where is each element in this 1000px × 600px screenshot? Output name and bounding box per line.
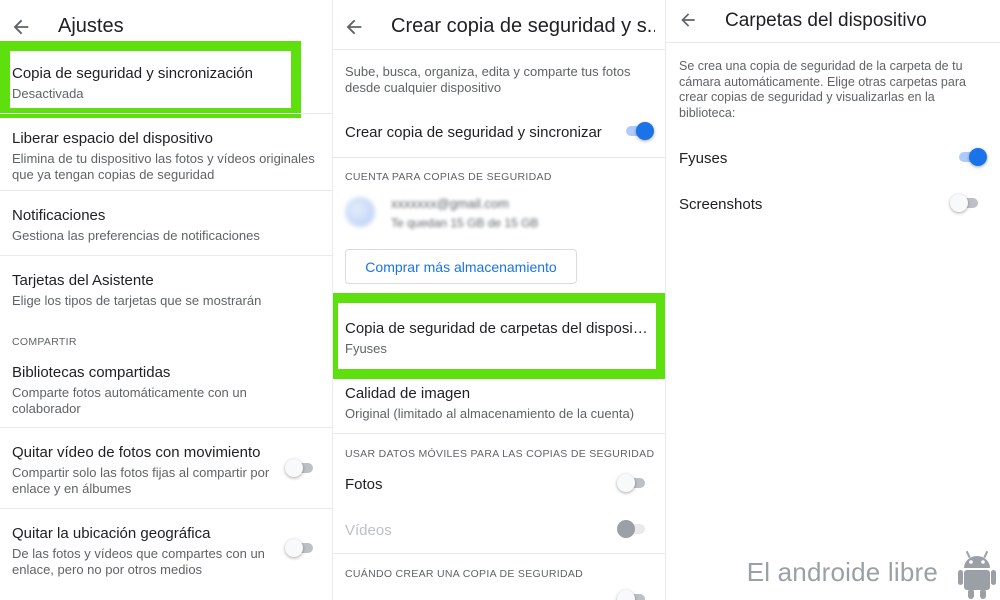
item-subtitle: Comparte fotos automáticamente con un co… [12, 385, 247, 416]
folders-description: Se crea una copia de seguridad de la car… [679, 59, 966, 120]
item-subtitle: Gestiona las preferencias de notificacio… [12, 228, 260, 243]
top-app-bar: Crear copia de seguridad y s... [333, 0, 665, 50]
item-subtitle: Elimina de tu dispositivo las fotos y ví… [12, 151, 315, 182]
settings-panel: Ajustes Copia de seguridad y sincronizac… [0, 0, 333, 600]
toggle-thumb [617, 590, 635, 600]
photos-label: Fotos [345, 476, 383, 493]
toggle-thumb [969, 148, 987, 166]
item-subtitle: Original (limitado al almacenamiento de … [345, 406, 635, 421]
toggle-thumb [285, 459, 303, 477]
divider [666, 42, 1000, 43]
folder-row-screenshots[interactable]: Screenshots [679, 195, 940, 215]
image-quality-item[interactable]: Calidad de imagen Original (limitado al … [345, 384, 649, 422]
settings-item-free-space[interactable]: Liberar espacio del dispositivo Elimina … [12, 129, 316, 183]
divider [0, 508, 332, 509]
page-title: Carpetas del dispositivo [725, 10, 927, 31]
backup-sync-toggle[interactable] [624, 122, 654, 140]
settings-item-remove-geolocation[interactable]: Quitar la ubicación geográfica De las fo… [12, 524, 272, 578]
divider [333, 49, 665, 50]
toggle-thumb [617, 520, 635, 538]
settings-item-shared-libraries[interactable]: Bibliotecas compartidas Comparte fotos a… [12, 363, 316, 417]
folder-fyuses-toggle[interactable] [957, 148, 987, 166]
settings-item-assistant-cards[interactable]: Tarjetas del Asistente Elige los tipos d… [12, 271, 316, 309]
mobile-data-photos-row[interactable]: Fotos [345, 475, 605, 495]
account-storage: Te quedan 15 GB de 15 GB [391, 216, 539, 230]
mobile-data-videos-toggle[interactable] [617, 520, 647, 538]
divider [0, 190, 332, 191]
settings-item-remove-motion-video[interactable]: Quitar vídeo de fotos con movimiento Com… [12, 443, 272, 497]
item-title: Notificaciones [12, 207, 106, 224]
arrow-back-icon[interactable] [10, 16, 32, 38]
divider [0, 255, 332, 256]
android-robot-icon [958, 550, 996, 599]
folder-name: Fyuses [679, 150, 728, 167]
item-title: Calidad de imagen [345, 385, 471, 402]
toggle-thumb [636, 122, 654, 140]
divider [0, 427, 332, 428]
buy-storage-button[interactable]: Comprar más almacenamiento [345, 249, 577, 284]
videos-label: Vídeos [345, 522, 392, 539]
divider [0, 113, 332, 114]
item-title: Bibliotecas compartidas [12, 364, 171, 381]
folder-name: Screenshots [679, 196, 763, 213]
section-header-when: CUÁNDO CREAR UNA COPIA DE SEGURIDAD [345, 568, 584, 580]
item-title: Quitar la ubicación geográfica [12, 525, 211, 542]
backup-sync-row[interactable]: Crear copia de seguridad y sincronizar [345, 123, 605, 143]
backup-description: Sube, busca, organiza, edita y comparte … [345, 64, 631, 95]
avatar [345, 197, 375, 227]
page-title: Ajustes [58, 15, 124, 37]
arrow-back-icon[interactable] [343, 16, 365, 38]
highlight-box [0, 41, 301, 118]
device-folders-panel: Carpetas del dispositivo Se crea una cop… [666, 0, 1000, 600]
mobile-data-photos-toggle[interactable] [617, 474, 647, 492]
divider [333, 433, 665, 434]
section-header-account: CUENTA PARA COPIAS DE SEGURIDAD [345, 171, 552, 183]
remove-motion-video-toggle[interactable] [285, 459, 315, 477]
item-subtitle: Compartir solo las fotos fijas al compar… [12, 465, 270, 496]
section-header-share: COMPARTIR [12, 336, 77, 348]
watermark-text: El androide libre [746, 557, 938, 587]
highlight-box [333, 293, 665, 379]
item-subtitle: De las fotos y vídeos que compartes con … [12, 546, 265, 577]
backup-sync-label: Crear copia de seguridad y sincronizar [345, 124, 602, 141]
mobile-data-videos-row[interactable]: Vídeos [345, 521, 605, 541]
section-header-mobile-data: USAR DATOS MÓVILES PARA LAS COPIAS DE SE… [345, 448, 655, 460]
remove-geolocation-toggle[interactable] [285, 539, 315, 557]
toggle-thumb [617, 474, 635, 492]
partial-toggle[interactable] [617, 590, 647, 600]
item-title: Liberar espacio del dispositivo [12, 130, 213, 147]
item-subtitle: Elige los tipos de tarjetas que se mostr… [12, 293, 262, 308]
toggle-thumb [950, 194, 968, 212]
item-title: Tarjetas del Asistente [12, 272, 154, 289]
settings-item-notifications[interactable]: Notificaciones Gestiona las preferencias… [12, 206, 316, 244]
arrow-back-icon[interactable] [678, 10, 698, 30]
divider [333, 157, 665, 158]
folder-row-fyuses[interactable]: Fyuses [679, 149, 940, 169]
toggle-thumb [285, 539, 303, 557]
folder-screenshots-toggle[interactable] [950, 194, 980, 212]
page-title: Crear copia de seguridad y s... [391, 15, 655, 37]
backup-panel: Crear copia de seguridad y s... Sube, bu… [333, 0, 666, 600]
item-title: Quitar vídeo de fotos con movimiento [12, 444, 261, 461]
account-email: xxxxxxx@gmail.com [391, 196, 509, 211]
divider [333, 553, 665, 554]
